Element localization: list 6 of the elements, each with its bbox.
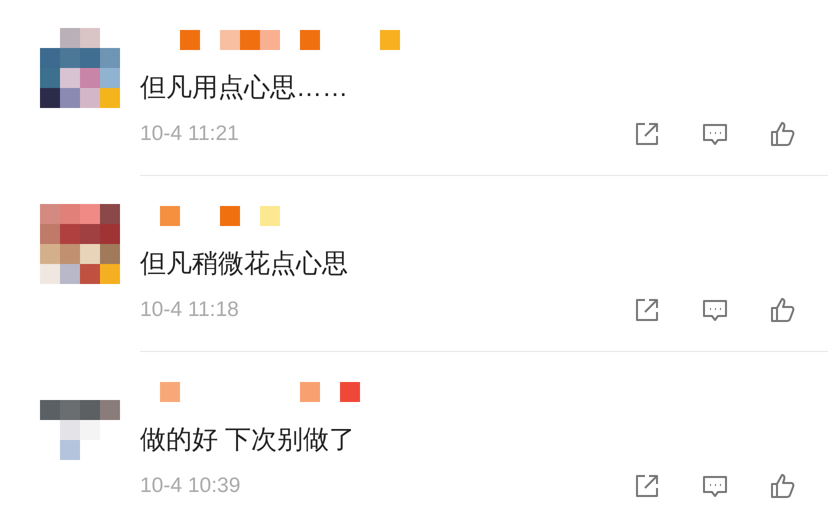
comment-text: 但凡用点心思……: [140, 71, 349, 104]
comment-time: 10-4 11:18: [140, 297, 239, 323]
comment-time: 10-4 10:39: [140, 473, 240, 499]
comment-text: 做的好 下次别做了: [140, 423, 356, 456]
comment-text: 但凡稍微花点心思: [140, 247, 349, 280]
comment-time: 10-4 11:21: [140, 121, 239, 147]
